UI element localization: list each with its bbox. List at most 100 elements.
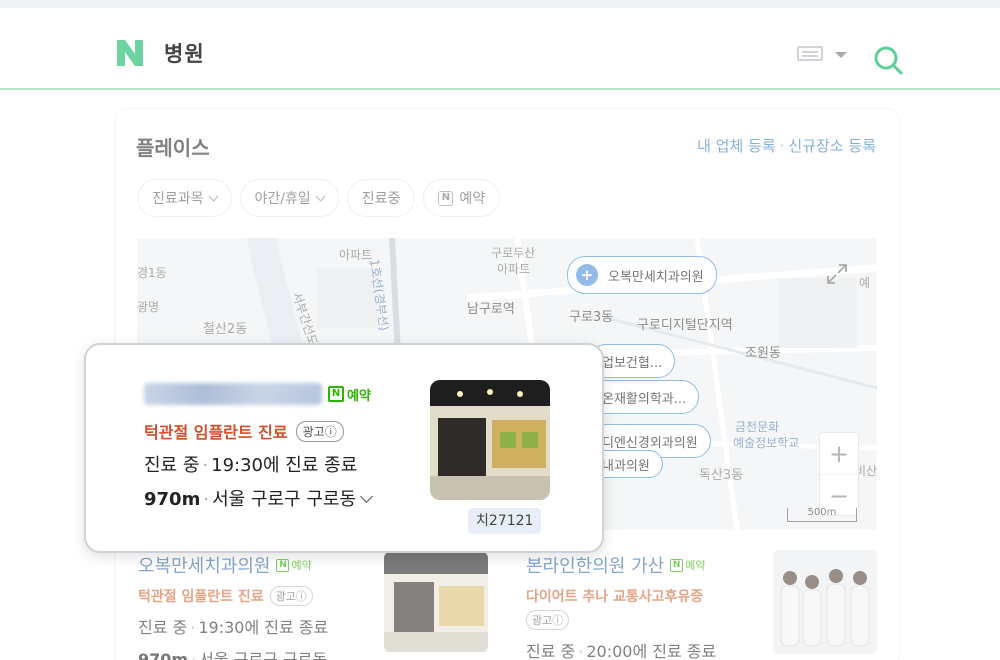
filter-label: 진료과목 xyxy=(152,191,204,207)
badge-label: 예약 xyxy=(291,559,312,572)
promo-text: 턱관절 임플란트 진료 xyxy=(144,423,288,442)
hospital-plus-icon: + xyxy=(576,264,598,286)
map-label: 금천문화 xyxy=(735,420,780,434)
place-popup[interactable]: N 예약 턱관절 임플란트 진료 광고ⓘ 진료 중 · 19:30에 진료 종료 970… xyxy=(84,343,604,553)
filter-label: 야간/휴일 xyxy=(254,191,311,207)
popup-promo: 턱관절 임플란트 진료 광고ⓘ xyxy=(144,419,344,443)
map-label: 구로디지털단지역 xyxy=(637,318,733,333)
promo-text: 턱관절 임플란트 진료 xyxy=(138,589,264,605)
promo-text: 다이어트 추나 교통사고후유증 xyxy=(526,589,704,605)
naver-logo-icon[interactable] xyxy=(115,38,145,68)
hours-text: 20:00에 진료 종료 xyxy=(586,642,717,660)
badge-label: 예약 xyxy=(347,388,371,404)
filter-department[interactable]: 진료과목 xyxy=(137,179,232,217)
filter-label: 예약 xyxy=(459,191,486,207)
popup-name-row: N 예약 xyxy=(144,383,371,405)
clinic-interior-photo xyxy=(384,552,488,652)
result-promo: 다이어트 추나 교통사고후유증광고ⓘ xyxy=(526,586,716,630)
doctors-photo xyxy=(773,550,877,654)
naver-booking-icon: N xyxy=(438,190,454,206)
result-name[interactable]: 오복만세치과의원 xyxy=(138,552,270,578)
search-query[interactable]: 병원 xyxy=(164,38,205,68)
marker-label: 디엔신경외과의원 xyxy=(602,435,698,451)
filter-chips: 진료과목 야간/휴일 진료중 N 예약 xyxy=(137,179,501,217)
map-marker-main[interactable]: + 오복만세치과의원 xyxy=(567,256,717,294)
naver-booking-icon: N xyxy=(670,558,684,572)
map-label: 광명 xyxy=(137,300,160,314)
filter-label: 진료중 xyxy=(361,191,401,207)
naver-booking-icon: N xyxy=(328,386,344,402)
filter-open-now[interactable]: 진료중 xyxy=(346,179,416,217)
zoom-in-button[interactable]: + xyxy=(820,433,858,475)
map-label: 구로두산 xyxy=(491,246,536,260)
result-hours: 진료 중 · 19:30에 진료 종료 xyxy=(138,614,328,638)
separator-dot: · xyxy=(202,455,209,476)
keyboard-icon[interactable] xyxy=(797,46,823,61)
popup-location: 970m · 서울 구로구 구로동 xyxy=(144,485,373,511)
expand-icon[interactable] xyxy=(825,262,849,286)
clinic-interior-photo xyxy=(430,380,550,500)
status-text: 진료 중 xyxy=(144,455,200,476)
separator-dot: · xyxy=(203,489,210,510)
map-label: 철산2동 xyxy=(203,322,248,337)
ad-label[interactable]: 광고ⓘ xyxy=(269,586,313,606)
result-name-row: 오복만세치과의원 N 예약 xyxy=(138,552,328,578)
browser-top-strip xyxy=(0,0,1000,8)
marker-label: 업보건협... xyxy=(602,355,663,371)
booking-badge: N 예약 xyxy=(276,557,312,573)
search-header: 병원 xyxy=(0,8,1000,90)
chevron-down-icon[interactable] xyxy=(835,52,847,58)
result-name-row: 본라인한의원 가산 N 예약 xyxy=(526,552,716,578)
filter-reservation[interactable]: N 예약 xyxy=(423,179,501,217)
register-business-link[interactable]: 내 업체 등록 xyxy=(697,137,776,155)
marker-label: 오복만세치과의원 xyxy=(608,269,704,285)
chevron-down-icon xyxy=(315,191,326,201)
marker-label: 온재활의학과... xyxy=(602,391,687,407)
section-title: 플레이스 xyxy=(136,136,210,160)
chevron-down-icon xyxy=(208,191,218,201)
map-marker[interactable]: 온재활의학과... xyxy=(589,380,700,414)
hours-text: 19:30에 진료 종료 xyxy=(198,618,329,637)
result-thumbnail[interactable] xyxy=(384,552,488,652)
list-item[interactable]: 오복만세치과의원 N 예약 턱관절 임플란트 진료 광고ⓘ 진료 중 · 19:30에 … xyxy=(138,552,328,660)
separator-dot: · xyxy=(190,618,196,637)
blurred-place-name[interactable] xyxy=(144,383,322,405)
booking-badge: N 예약 xyxy=(670,557,705,573)
register-new-place-link[interactable]: 신규장소 등록 xyxy=(788,137,876,155)
separator-dot: · xyxy=(191,650,197,660)
result-thumbnail[interactable] xyxy=(773,550,877,654)
map-label: 남구로역 xyxy=(467,302,515,317)
distance-text: 970m xyxy=(144,489,201,510)
naver-booking-icon: N xyxy=(276,558,290,572)
search-icon[interactable] xyxy=(872,44,904,76)
popup-hours: 진료 중 · 19:30에 진료 종료 xyxy=(144,451,357,477)
ad-label[interactable]: 광고ⓘ xyxy=(526,610,570,630)
map-label: 구로3동 xyxy=(569,310,614,325)
license-tag: 치27121 xyxy=(468,508,542,534)
map-scale: 500m xyxy=(787,508,857,522)
result-hours: 진료 중 · 20:00에 진료 종료 xyxy=(526,638,716,660)
status-text: 진료 중 xyxy=(526,642,576,660)
address-text[interactable]: 서울 구로구 구로동 xyxy=(199,650,327,660)
zoom-control: + − xyxy=(819,432,859,516)
map-label: 조원동 xyxy=(745,346,781,361)
link-separator: · xyxy=(779,137,785,155)
popup-thumbnail[interactable] xyxy=(430,380,550,500)
hours-text: 19:30에 진료 종료 xyxy=(211,455,358,476)
map-label: 예 xyxy=(859,276,871,290)
result-location: 970m · 서울 구로구 구로동 xyxy=(138,646,328,660)
map-label: 아파트 xyxy=(497,262,531,276)
map-label: 예술정보학교 xyxy=(733,436,800,450)
address-text[interactable]: 서울 구로구 구로동 xyxy=(212,489,356,510)
status-text: 진료 중 xyxy=(138,618,188,637)
registration-links: 내 업체 등록 · 신규장소 등록 xyxy=(697,135,876,156)
marker-label: 내과의원 xyxy=(602,458,650,474)
result-name[interactable]: 본라인한의원 가산 xyxy=(526,552,664,578)
separator-dot: · xyxy=(578,642,584,660)
ad-label[interactable]: 광고ⓘ xyxy=(295,420,344,442)
badge-label: 예약 xyxy=(685,559,706,572)
list-item[interactable]: 본라인한의원 가산 N 예약 다이어트 추나 교통사고후유증광고ⓘ 진료 중 · 20… xyxy=(526,552,716,660)
result-promo: 턱관절 임플란트 진료 광고ⓘ xyxy=(138,586,328,606)
chevron-down-icon[interactable] xyxy=(360,490,373,503)
filter-night-holiday[interactable]: 야간/휴일 xyxy=(239,179,339,217)
